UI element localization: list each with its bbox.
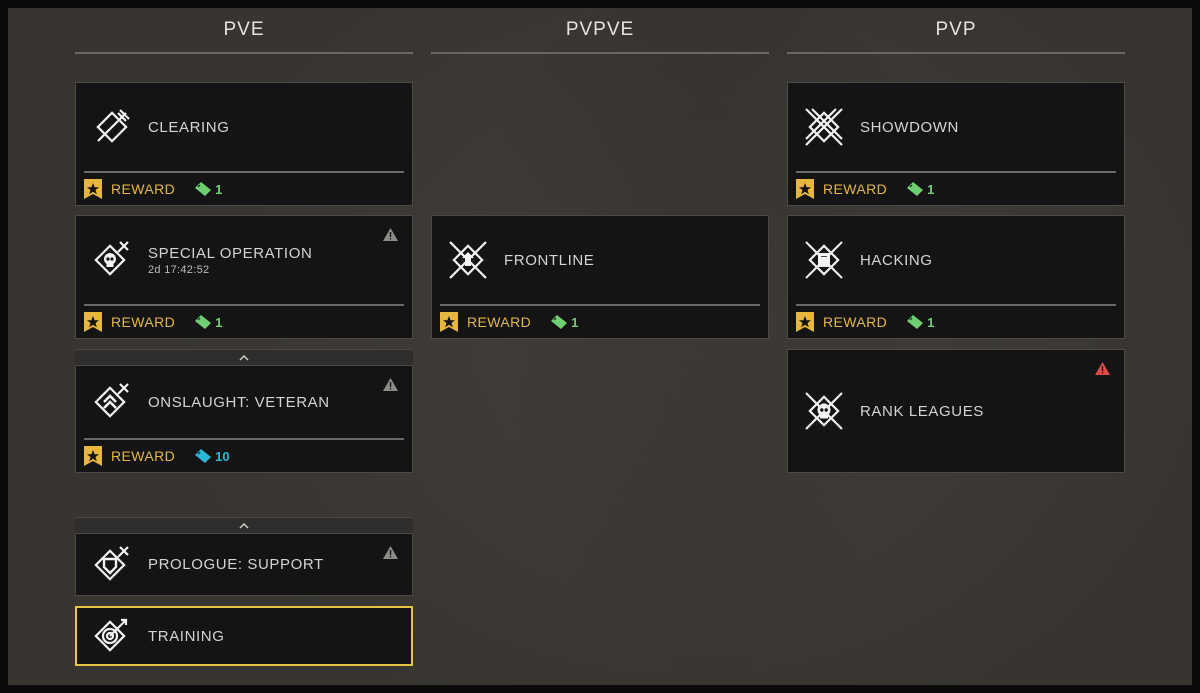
reward-label: REWARD [823,314,888,330]
mode-card-hacking[interactable]: HACKING REWARD 1 [787,215,1125,339]
mode-name: TRAINING [148,627,225,645]
reward-label: REWARD [111,448,176,464]
mode-card-special-operation[interactable]: SPECIAL OPERATION 2d 17:42:52 REWARD 1 [75,215,413,339]
ticket-reward: 1 [907,182,934,197]
card-divider [440,304,760,306]
ticket-icon [907,182,924,196]
ticket-reward: 1 [907,315,934,330]
ticket-count: 1 [571,314,579,330]
column-header-pvp: PVP [787,8,1125,54]
crossed-swords-icon [90,105,134,149]
frontline-swords-icon [446,238,490,282]
mode-card-onslaught-veteran[interactable]: ONSLAUGHT: VETERAN REWARD 10 [75,365,413,473]
collapse-toggle[interactable] [75,517,413,533]
collapse-toggle[interactable] [75,349,413,365]
ticket-icon [551,315,568,329]
ticket-count: 1 [927,181,935,197]
mode-card-training[interactable]: TRAINING [75,606,413,666]
ticket-count: 10 [215,448,230,464]
ticket-icon [907,315,924,329]
shield-swords-icon [90,543,134,587]
chevron-rank-icon [90,380,134,424]
ticket-reward: 1 [551,315,578,330]
mode-name: FRONTLINE [504,251,595,269]
reward-star-icon [84,312,102,332]
card-divider [796,171,1116,173]
mode-name: RANK LEAGUES [860,402,984,420]
reward-label: REWARD [467,314,532,330]
ticket-reward: 10 [195,448,230,464]
mode-card-showdown[interactable]: SHOWDOWN REWARD 1 [787,82,1125,206]
column-header-pve: PVE [75,8,413,54]
skull-swords-icon [90,238,134,282]
card-divider [84,171,404,173]
ticket-icon [195,315,212,329]
card-divider [84,304,404,306]
mode-name: CLEARING [148,118,230,136]
reward-label: REWARD [111,181,176,197]
target-icon [90,614,134,658]
ticket-count: 1 [927,314,935,330]
mode-name: PROLOGUE: SUPPORT [148,556,324,573]
card-divider [84,438,404,440]
ticket-count: 1 [215,314,223,330]
ticket-icon [195,182,212,196]
event-timer: 2d 17:42:52 [148,263,210,276]
reward-star-icon [796,179,814,199]
reward-label: REWARD [823,181,888,197]
card-divider [796,304,1116,306]
mode-card-rank-leagues[interactable]: RANK LEAGUES [787,349,1125,473]
skull-swords-icon [802,389,846,433]
mode-name: HACKING [860,251,933,269]
reward-star-icon [84,446,102,466]
mode-card-frontline[interactable]: FRONTLINE REWARD 1 [431,215,769,339]
column-header-pvpve: PVPVE [431,8,769,54]
reward-star-icon [796,312,814,332]
reward-label: REWARD [111,314,176,330]
calculator-swords-icon [802,238,846,282]
multi-swords-icon [802,105,846,149]
ticket-reward: 1 [195,182,222,197]
ticket-count: 1 [215,181,223,197]
ticket-icon [195,449,212,463]
chevron-up-icon [239,522,249,529]
mode-name: SHOWDOWN [860,118,959,136]
ticket-reward: 1 [195,315,222,330]
reward-star-icon [440,312,458,332]
chevron-up-icon [239,354,249,361]
mode-card-clearing[interactable]: CLEARING REWARD 1 [75,82,413,206]
mode-name: SPECIAL OPERATION [148,244,313,262]
mode-select-screen: PVE PVPVE PVP CLEARING REWARD 1 SPECIAL … [8,8,1192,685]
reward-star-icon [84,179,102,199]
mode-name: ONSLAUGHT: VETERAN [148,393,330,411]
mode-card-prologue-support[interactable]: PROLOGUE: SUPPORT [75,533,413,596]
